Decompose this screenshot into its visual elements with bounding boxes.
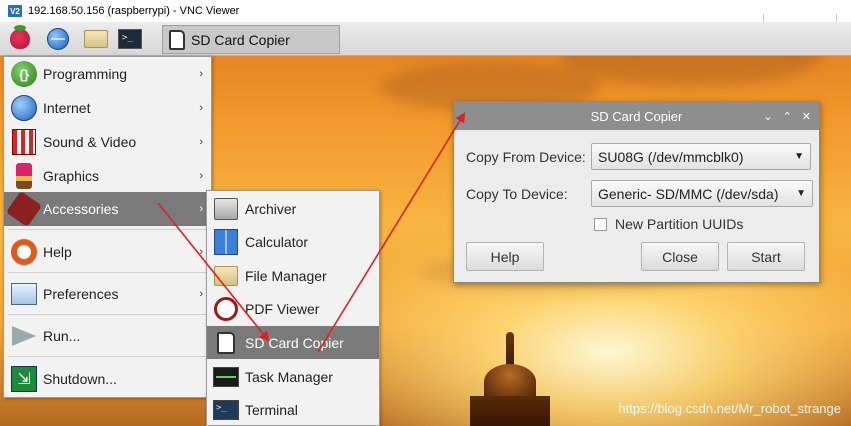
preferences-icon — [10, 280, 38, 308]
chevron-right-icon: › — [199, 288, 203, 300]
vnc-window-title: 192.168.50.156 (raspberrypi) - VNC Viewe… — [28, 5, 240, 17]
menu-separator — [8, 314, 208, 315]
vnc-logo-icon: V2 — [8, 5, 22, 17]
new-partition-uuids-checkbox[interactable] — [594, 217, 607, 231]
sd-card-icon — [213, 330, 239, 356]
copy-to-label: Copy To Device: — [466, 185, 568, 202]
chevron-down-icon: ▼ — [796, 188, 806, 199]
menu-item-label: Sound & Video — [43, 134, 137, 150]
submenu-item-pdf-viewer[interactable]: PDF Viewer — [207, 292, 379, 325]
menu-item-label: Preferences — [43, 286, 119, 302]
stupa-silhouette — [470, 332, 550, 426]
terminal-icon[interactable]: >_ — [118, 27, 142, 51]
menu-item-label: Programming — [43, 66, 128, 82]
help-button[interactable]: Help — [466, 242, 544, 271]
copy-from-value: SU08G (/dev/mmcblk0) — [598, 148, 744, 165]
pdf-viewer-icon — [213, 296, 239, 322]
menu-item-internet[interactable]: Internet › — [4, 91, 211, 125]
menu-item-label: Internet — [43, 100, 91, 116]
maximize-icon[interactable]: ⌃ — [783, 110, 792, 123]
menu-item-label: Accessories — [43, 201, 119, 217]
close-icon[interactable]: ✕ — [802, 110, 811, 123]
dialog-title: SD Card Copier — [590, 108, 683, 124]
start-button[interactable]: Start — [727, 242, 805, 271]
main-menu: {} Programming › Internet › Sound & Vide… — [3, 56, 212, 398]
copy-to-select[interactable]: Generic- SD/MMC (/dev/sda) ▼ — [591, 180, 813, 207]
submenu-item-label: SD Card Copier — [245, 334, 344, 351]
calculator-icon — [213, 228, 239, 255]
sd-card-icon — [169, 29, 185, 50]
menu-item-preferences[interactable]: Preferences › — [4, 277, 211, 311]
submenu-item-label: PDF Viewer — [245, 300, 320, 317]
terminal-icon: >_ — [213, 397, 239, 423]
taskbar-task-label: SD Card Copier — [191, 31, 290, 48]
menu-item-programming[interactable]: {} Programming › — [4, 57, 211, 91]
task-manager-icon — [213, 364, 239, 390]
folder-icon[interactable] — [84, 27, 108, 51]
menu-item-graphics[interactable]: Graphics › — [4, 159, 211, 193]
menu-item-help[interactable]: Help › — [4, 235, 211, 269]
menu-item-label: Graphics — [43, 168, 100, 184]
submenu-item-label: Archiver — [245, 200, 297, 217]
menu-separator — [8, 229, 208, 230]
menu-item-label: Shutdown... — [43, 371, 117, 387]
menu-separator — [8, 272, 208, 273]
graphics-icon — [10, 162, 38, 190]
dialog-title-bar: SD Card Copier ⌄ ⌃ ✕ — [454, 102, 819, 130]
close-button[interactable]: Close — [641, 242, 719, 271]
menu-item-shutdown[interactable]: ⇲ Shutdown... — [4, 362, 211, 396]
submenu-item-label: Calculator — [245, 233, 309, 250]
new-partition-uuids-row: New Partition UUIDs — [594, 216, 743, 232]
sound-video-icon — [10, 128, 38, 156]
submenu-item-label: Task Manager — [245, 368, 333, 385]
archiver-icon — [213, 196, 239, 222]
copy-from-select[interactable]: SU08G (/dev/mmcblk0) ▼ — [591, 143, 811, 170]
raspberry-icon[interactable] — [8, 25, 32, 51]
accessories-submenu: Archiver Calculator File Manager PDF Vie… — [206, 190, 380, 426]
chevron-down-icon: ▼ — [794, 151, 804, 162]
watermark: https://blog.csdn.net/Mr_robot_strange — [618, 401, 841, 416]
shutdown-icon: ⇲ — [10, 365, 38, 393]
copy-from-label: Copy From Device: — [466, 148, 586, 165]
menu-item-sound-video[interactable]: Sound & Video › — [4, 125, 211, 159]
submenu-item-label: Terminal — [245, 401, 298, 418]
copy-to-row: Copy To Device: Generic- SD/MMC (/dev/sd… — [466, 180, 813, 207]
chevron-right-icon: › — [199, 170, 203, 182]
chevron-right-icon: › — [199, 136, 203, 148]
taskbar: >_ SD Card Copier — [0, 22, 851, 56]
globe-icon — [10, 94, 38, 122]
sd-card-copier-dialog: SD Card Copier ⌄ ⌃ ✕ Copy From Device: S… — [453, 101, 820, 283]
submenu-item-task-manager[interactable]: Task Manager — [207, 360, 379, 393]
file-manager-icon — [213, 263, 239, 289]
vnc-title-bar: V2 192.168.50.156 (raspberrypi) - VNC Vi… — [0, 0, 851, 24]
help-icon — [10, 238, 38, 266]
chevron-right-icon: › — [199, 203, 203, 215]
copy-from-row: Copy From Device: SU08G (/dev/mmcblk0) ▼ — [466, 143, 811, 170]
taskbar-task-sd-card-copier[interactable]: SD Card Copier — [162, 25, 340, 54]
submenu-item-calculator[interactable]: Calculator — [207, 225, 379, 258]
submenu-item-file-manager[interactable]: File Manager — [207, 259, 379, 292]
menu-item-label: Help — [43, 244, 72, 260]
submenu-item-label: File Manager — [245, 267, 327, 284]
programming-icon: {} — [10, 60, 38, 88]
submenu-item-archiver[interactable]: Archiver — [207, 192, 379, 225]
minimize-icon[interactable]: ⌄ — [763, 110, 772, 123]
run-icon — [10, 322, 38, 350]
globe-icon[interactable] — [46, 27, 70, 51]
chevron-right-icon: › — [199, 68, 203, 80]
new-partition-uuids-label: New Partition UUIDs — [615, 216, 744, 232]
chevron-right-icon: › — [199, 102, 203, 114]
menu-separator — [8, 356, 208, 357]
chevron-right-icon: › — [199, 246, 203, 258]
submenu-item-sd-card-copier[interactable]: SD Card Copier — [207, 326, 379, 359]
submenu-item-terminal[interactable]: >_ Terminal — [207, 393, 379, 426]
copy-to-value: Generic- SD/MMC (/dev/sda) — [598, 185, 779, 202]
accessories-icon — [5, 190, 43, 228]
menu-item-accessories[interactable]: Accessories › — [4, 190, 211, 228]
menu-item-run[interactable]: Run... — [4, 319, 211, 353]
menu-item-label: Run... — [43, 328, 81, 344]
